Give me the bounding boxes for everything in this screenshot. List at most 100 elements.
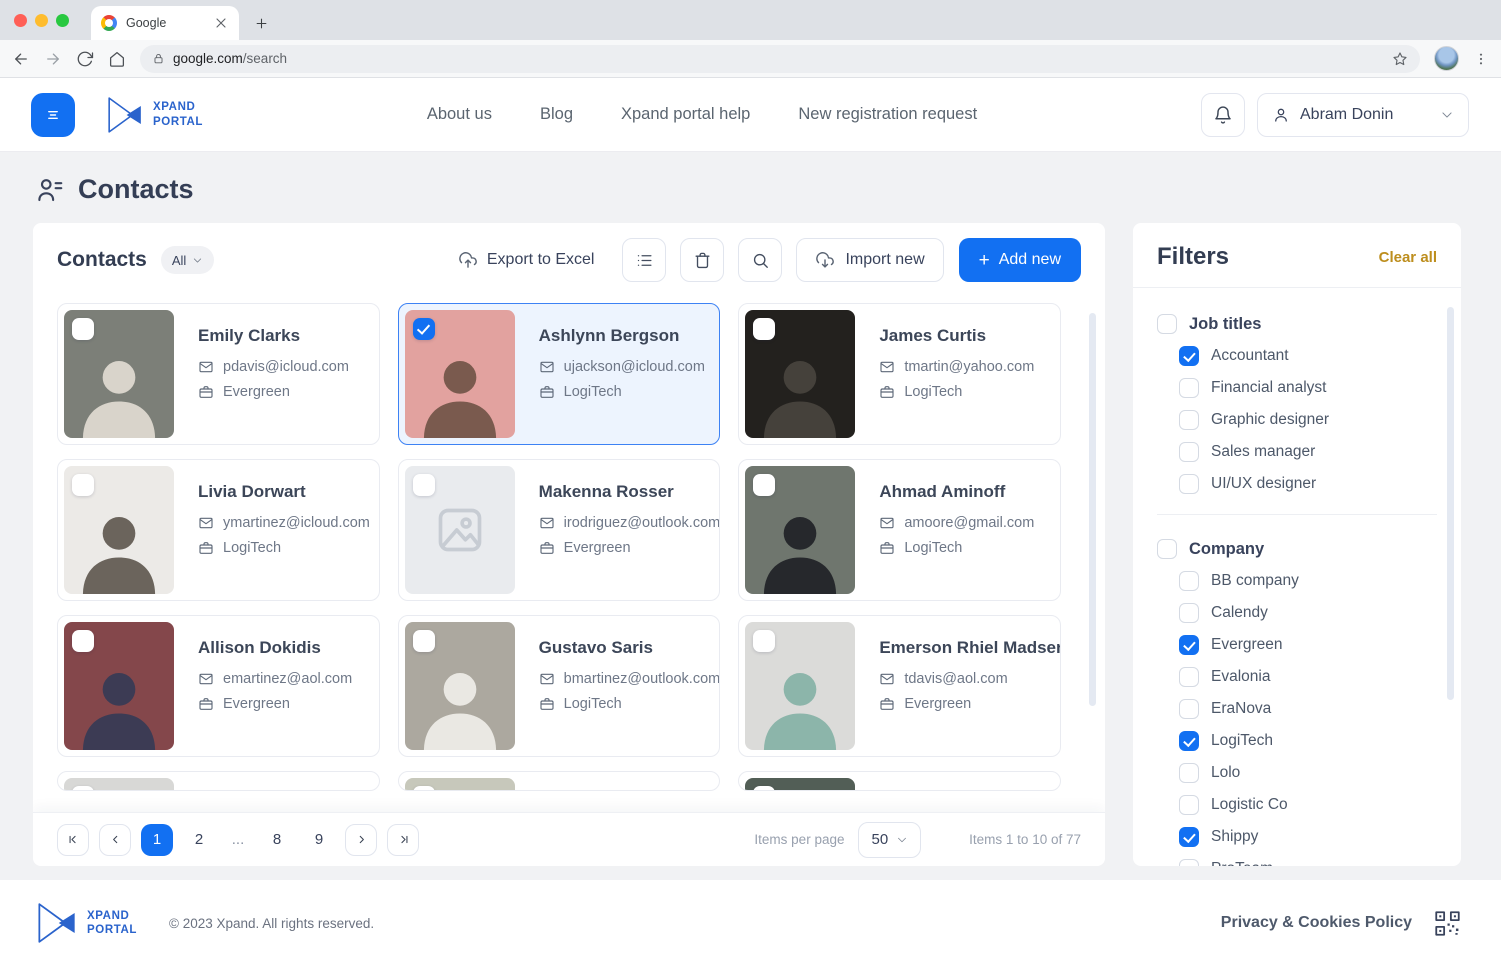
option-checkbox[interactable] <box>1179 827 1199 847</box>
contact-checkbox[interactable] <box>72 786 94 791</box>
nav-blog[interactable]: Blog <box>540 105 573 124</box>
nav-about-us[interactable]: About us <box>427 105 492 124</box>
filter-option-evergreen[interactable]: Evergreen <box>1179 629 1437 661</box>
footer-logo[interactable]: XPAND PORTAL <box>37 901 137 945</box>
privacy-policy-link[interactable]: Privacy & Cookies Policy <box>1221 914 1412 932</box>
filter-option-eranova[interactable]: EraNova <box>1179 693 1437 725</box>
contact-card-partial[interactable] <box>57 771 380 791</box>
option-checkbox[interactable] <box>1179 571 1199 591</box>
contact-checkbox[interactable] <box>413 318 435 340</box>
filter-option-sales-manager[interactable]: Sales manager <box>1179 436 1437 468</box>
page-8-button[interactable]: 8 <box>261 824 293 856</box>
filter-option-bb-company[interactable]: BB company <box>1179 565 1437 597</box>
address-bar[interactable]: google.com/search <box>140 45 1420 73</box>
contact-card-ahmad-aminoff[interactable]: Ahmad Aminoff amoore@gmail.com LogiTech <box>738 459 1061 601</box>
page-size-select[interactable]: 50 <box>858 822 921 858</box>
reload-icon[interactable] <box>76 50 94 68</box>
scope-dropdown[interactable]: All <box>161 246 214 274</box>
group-checkbox[interactable] <box>1157 539 1177 559</box>
tab-close-icon[interactable] <box>213 15 229 31</box>
filter-option-proteam[interactable]: ProTeam <box>1179 853 1437 866</box>
contact-checkbox[interactable] <box>72 630 94 652</box>
contact-card-livia-dorwart[interactable]: Livia Dorwart ymartinez@icloud.com LogiT… <box>57 459 380 601</box>
contact-checkbox[interactable] <box>413 786 435 791</box>
option-checkbox[interactable] <box>1179 763 1199 783</box>
contact-checkbox[interactable] <box>72 474 94 496</box>
home-icon[interactable] <box>108 50 126 68</box>
window-close-button[interactable] <box>14 14 27 27</box>
export-to-excel-button[interactable]: Export to Excel <box>458 250 595 270</box>
window-zoom-button[interactable] <box>56 14 69 27</box>
new-tab-button[interactable] <box>247 9 275 37</box>
contact-card-gustavo-saris[interactable]: Gustavo Saris bmartinez@outlook.com Logi… <box>398 615 721 757</box>
contact-card-james-curtis[interactable]: James Curtis tmartin@yahoo.com LogiTech <box>738 303 1061 445</box>
last-page-button[interactable] <box>387 824 419 856</box>
qr-code-icon[interactable] <box>1434 910 1461 937</box>
option-checkbox[interactable] <box>1179 859 1199 866</box>
filter-option-shippy[interactable]: Shippy <box>1179 821 1437 853</box>
page-9-button[interactable]: 9 <box>303 824 335 856</box>
page-2-button[interactable]: 2 <box>183 824 215 856</box>
first-page-button[interactable] <box>57 824 89 856</box>
contact-card-allison-dokidis[interactable]: Allison Dokidis emartinez@aol.com Evergr… <box>57 615 380 757</box>
site-logo[interactable]: XPAND PORTAL <box>107 96 203 134</box>
notifications-button[interactable] <box>1201 93 1245 137</box>
filter-option-graphic-designer[interactable]: Graphic designer <box>1179 404 1437 436</box>
window-minimize-button[interactable] <box>35 14 48 27</box>
option-checkbox[interactable] <box>1179 795 1199 815</box>
filter-option-logitech[interactable]: LogiTech <box>1179 725 1437 757</box>
filter-option-uiux-designer[interactable]: UI/UX designer <box>1179 468 1437 500</box>
filter-option-accountant[interactable]: Accountant <box>1179 340 1437 372</box>
option-checkbox[interactable] <box>1179 378 1199 398</box>
contact-card-emerson-rhiel-madsen[interactable]: Emerson Rhiel Madsen tdavis@aol.com Ever… <box>738 615 1061 757</box>
option-checkbox[interactable] <box>1179 667 1199 687</box>
browser-tab[interactable]: Google <box>91 6 239 40</box>
delete-button[interactable] <box>680 238 724 282</box>
filter-option-lolo[interactable]: Lolo <box>1179 757 1437 789</box>
filter-option-evalonia[interactable]: Evalonia <box>1179 661 1437 693</box>
contact-card-makenna-rosser[interactable]: Makenna Rosser irodriguez@outlook.com Ev… <box>398 459 721 601</box>
import-new-button[interactable]: Import new <box>796 238 943 282</box>
option-checkbox[interactable] <box>1179 474 1199 494</box>
page-1-button[interactable]: 1 <box>141 824 173 856</box>
nav-new-registration-request[interactable]: New registration request <box>798 105 977 124</box>
filters-scrollbar[interactable] <box>1447 307 1454 700</box>
contact-checkbox[interactable] <box>413 474 435 496</box>
contact-checkbox[interactable] <box>753 474 775 496</box>
browser-profile-avatar[interactable] <box>1434 46 1459 71</box>
contact-card-ashlynn-bergson[interactable]: Ashlynn Bergson ujackson@icloud.com Logi… <box>398 303 721 445</box>
search-button[interactable] <box>738 238 782 282</box>
bookmark-star-icon[interactable] <box>1392 51 1408 67</box>
browser-menu-icon[interactable] <box>1473 51 1489 67</box>
list-view-button[interactable] <box>622 238 666 282</box>
contact-checkbox[interactable] <box>413 630 435 652</box>
contacts-scrollbar[interactable] <box>1089 313 1096 706</box>
add-new-button[interactable]: + Add new <box>959 238 1081 282</box>
filter-group-header[interactable]: Job titles <box>1157 308 1437 340</box>
filter-option-financial-analyst[interactable]: Financial analyst <box>1179 372 1437 404</box>
contact-checkbox[interactable] <box>753 630 775 652</box>
option-checkbox[interactable] <box>1179 410 1199 430</box>
option-checkbox[interactable] <box>1179 442 1199 462</box>
option-checkbox[interactable] <box>1179 635 1199 655</box>
clear-all-button[interactable]: Clear all <box>1379 249 1437 266</box>
filter-option-calendy[interactable]: Calendy <box>1179 597 1437 629</box>
filter-option-logistic-co[interactable]: Logistic Co <box>1179 789 1437 821</box>
option-checkbox[interactable] <box>1179 731 1199 751</box>
contact-card-partial[interactable] <box>738 771 1061 791</box>
contact-checkbox[interactable] <box>753 318 775 340</box>
nav-portal-help[interactable]: Xpand portal help <box>621 105 750 124</box>
group-checkbox[interactable] <box>1157 314 1177 334</box>
option-checkbox[interactable] <box>1179 346 1199 366</box>
contact-checkbox[interactable] <box>72 318 94 340</box>
contact-card-partial[interactable] <box>398 771 721 791</box>
option-checkbox[interactable] <box>1179 603 1199 623</box>
contact-card-emily-clarks[interactable]: Emily Clarks pdavis@icloud.com Evergreen <box>57 303 380 445</box>
forward-icon[interactable] <box>44 50 62 68</box>
filter-group-header[interactable]: Company <box>1157 533 1437 565</box>
back-icon[interactable] <box>12 50 30 68</box>
next-page-button[interactable] <box>345 824 377 856</box>
hamburger-menu-button[interactable] <box>31 93 75 137</box>
option-checkbox[interactable] <box>1179 699 1199 719</box>
user-menu[interactable]: Abram Donin <box>1257 93 1469 137</box>
